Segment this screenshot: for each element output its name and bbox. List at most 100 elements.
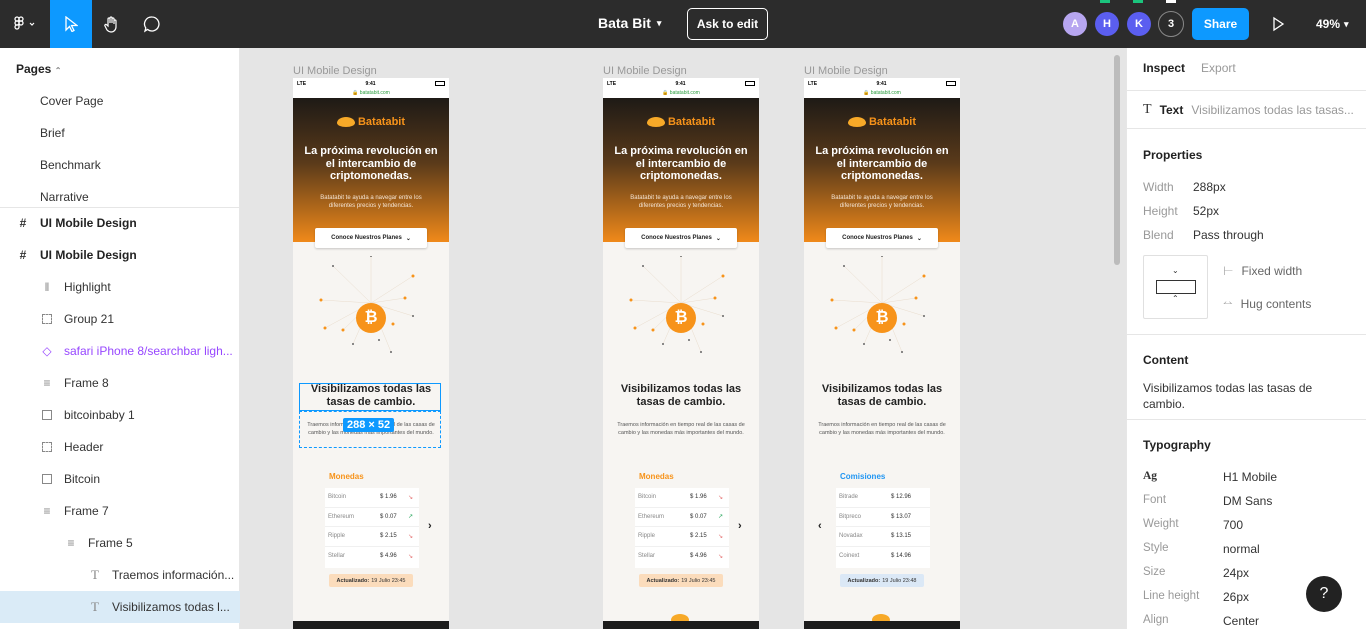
coin-name: Stellar	[638, 553, 656, 560]
page-item[interactable]: Brief	[40, 126, 65, 140]
avatar[interactable]: A	[1063, 12, 1087, 36]
comment-tool-button[interactable]	[132, 0, 172, 48]
hero-subtext: Batatabit te ayuda a navegar entre los d…	[831, 195, 933, 209]
frame-icon: #	[19, 216, 27, 230]
section-title: Visibilizamos todas las tasas de cambio.	[821, 383, 943, 408]
size-label: Size	[1143, 566, 1166, 578]
exchange-fee: $ 14.96	[891, 553, 912, 560]
updated-badge: Actualizado: 19 Julio 23:45	[639, 574, 723, 587]
tab-export[interactable]: Export	[1201, 61, 1236, 75]
frame-label[interactable]: UI Mobile Design	[804, 65, 888, 77]
canvas[interactable]: UI Mobile Design LTE 9:41 🔒 batatabit.co…	[240, 48, 1126, 629]
layer-row[interactable]: ≡ Frame 5	[0, 527, 240, 559]
page-item[interactable]: Benchmark	[40, 158, 101, 172]
signal-carrier: LTE	[808, 80, 818, 87]
exchange-name: Coinext	[839, 553, 860, 560]
blend-label: Blend	[1143, 228, 1174, 242]
exchange-name: Bitrade	[839, 494, 859, 501]
layer-row[interactable]: T Traemos información...	[0, 559, 240, 591]
horizontal-resize-icon: ⊢	[1223, 264, 1234, 278]
layers-panel: Pages ⌃ Cover Page Brief Benchmark Narra…	[0, 48, 240, 629]
layer-row[interactable]: Group 21	[0, 303, 240, 335]
coins-title: Monedas	[639, 472, 674, 481]
divider	[1127, 334, 1366, 335]
mobile-frame[interactable]: LTE 9:41 🔒 batatabit.com Batatabit La pr…	[603, 78, 759, 629]
panel-tabs: Inspect Export	[1143, 61, 1236, 75]
layer-row[interactable]: Header	[0, 431, 240, 463]
status-time: 9:41	[675, 80, 686, 87]
ask-to-edit-button[interactable]: Ask to edit	[687, 8, 768, 40]
battery-icon	[745, 81, 755, 86]
layer-row[interactable]: Bitcoin	[0, 463, 240, 495]
width-value: 288px	[1193, 180, 1226, 194]
layer-row[interactable]: ◇ safari iPhone 8/searchbar ligh...	[0, 335, 240, 367]
file-title-text: Bata Bit	[598, 15, 651, 31]
present-button[interactable]	[1268, 14, 1288, 39]
plans-button-label: Conoce Nuestros Planes	[331, 235, 402, 241]
content-value[interactable]: Visibilizamos todas las tasas de cambio.	[1143, 380, 1343, 412]
height-value: 52px	[1193, 204, 1220, 218]
main-menu-button[interactable]	[0, 0, 50, 48]
updated-badge: Actualizado: 19 Julio 23:45	[329, 574, 413, 587]
potato-logo-icon	[646, 117, 665, 127]
layer-label: Frame 7	[64, 504, 109, 518]
signal-carrier: LTE	[297, 80, 307, 87]
layer-row[interactable]: bitcoinbaby 1	[0, 399, 240, 431]
battery-icon	[946, 81, 956, 86]
exchange-fee: $ 12.96	[891, 494, 912, 501]
table-row: Novadax $ 13.15	[836, 527, 930, 547]
table-row: Coinext $ 14.96	[836, 547, 930, 567]
page-item[interactable]: Narrative	[40, 190, 89, 204]
layer-row[interactable]: ‖ Highlight	[0, 271, 240, 303]
updated-label: Actualizado:	[847, 577, 881, 584]
selection-box[interactable]	[299, 383, 441, 411]
pages-heading[interactable]: Pages ⌃	[16, 62, 61, 76]
coin-name: Bitcoin	[328, 494, 347, 501]
width-label: Width	[1143, 180, 1174, 194]
layer-row-selected[interactable]: T Visibilizamos todas l...	[0, 591, 240, 623]
coin-value: $ 0.07	[380, 513, 397, 520]
share-button[interactable]: Share	[1192, 8, 1249, 40]
presence-indicator	[1166, 0, 1176, 3]
move-tool-button[interactable]	[50, 0, 92, 48]
tab-inspect[interactable]: Inspect	[1143, 61, 1185, 75]
pages-heading-label: Pages	[16, 62, 52, 76]
frame-label[interactable]: UI Mobile Design	[603, 65, 687, 77]
plans-button-label: Conoce Nuestros Planes	[641, 235, 712, 241]
rows-icon: ≡	[67, 536, 75, 550]
avatar[interactable]: H	[1095, 12, 1119, 36]
layer-row[interactable]: # UI Mobile Design	[0, 239, 240, 271]
presence-indicator	[1100, 0, 1110, 3]
file-title[interactable]: Bata Bit ▾	[598, 15, 661, 31]
coins-table: Bitcoin $ 1.96 ↘ Ethereum $ 0.07 ↗ Ripple $ 2…	[325, 488, 419, 568]
avatar[interactable]: K	[1127, 12, 1151, 36]
group-icon	[40, 440, 54, 454]
page-item[interactable]: Cover Page	[40, 94, 103, 108]
fixed-width-label: Fixed width	[1241, 264, 1303, 278]
layer-row[interactable]: # UI Mobile Design	[0, 207, 240, 239]
frame-label[interactable]: UI Mobile Design	[293, 65, 377, 77]
mobile-frame[interactable]: LTE 9:41 🔒 batatabit.com Batatabit La pr…	[804, 78, 960, 629]
canvas-scrollbar[interactable]	[1114, 55, 1120, 265]
coin-value: $ 2.15	[690, 533, 707, 540]
status-bar: LTE 9:41	[804, 78, 960, 89]
chevron-down-icon: ⌄	[916, 235, 922, 242]
image-icon	[40, 472, 54, 486]
typography-heading: Typography	[1143, 438, 1211, 452]
help-button[interactable]: ?	[1306, 576, 1342, 612]
layer-label: Frame 5	[88, 536, 133, 550]
zoom-dropdown[interactable]: 49% ▾	[1316, 17, 1349, 31]
hand-tool-button[interactable]	[92, 0, 132, 48]
mobile-frame[interactable]: LTE 9:41 🔒 batatabit.com Batatabit La pr…	[293, 78, 449, 629]
bitcoin-icon: ₿	[867, 303, 897, 333]
hero-headline: La próxima revolución en el intercambio …	[614, 145, 748, 182]
layer-row[interactable]: ≡ Frame 8	[0, 367, 240, 399]
line-height-value: 26px	[1223, 590, 1250, 604]
layer-row[interactable]: ≡ Frame 7	[0, 495, 240, 527]
avatar-overflow-count[interactable]: 3	[1158, 11, 1184, 37]
divider	[1127, 128, 1366, 129]
frame-icon: #	[19, 248, 27, 262]
font-label: Font	[1143, 494, 1167, 506]
divider	[1127, 419, 1366, 420]
trend-down-icon: ↘	[408, 533, 414, 540]
